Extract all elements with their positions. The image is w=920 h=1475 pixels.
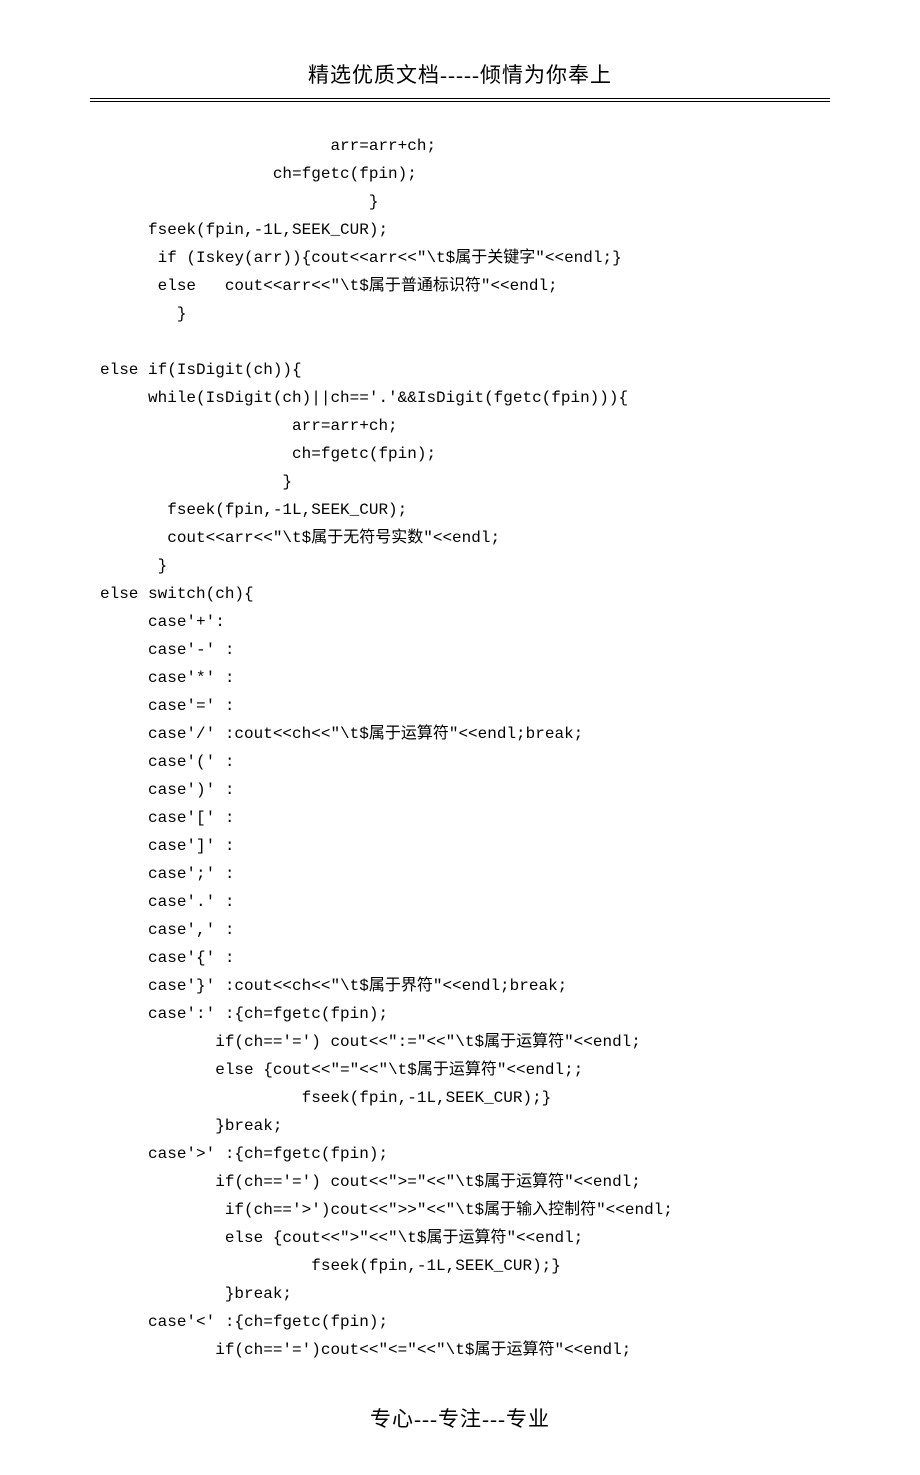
code-line: case'/' :cout<<ch<<"\t$属于运算符"<<endl;brea… xyxy=(100,720,830,748)
code-line: } xyxy=(100,552,830,580)
code-line: case'=' : xyxy=(100,692,830,720)
code-line: case';' : xyxy=(100,860,830,888)
code-block: arr=arr+ch; ch=fgetc(fpin); } fseek(fpin… xyxy=(90,132,830,1364)
code-line: } xyxy=(100,468,830,496)
code-line: while(IsDigit(ch)||ch=='.'&&IsDigit(fget… xyxy=(100,384,830,412)
code-line: fseek(fpin,-1L,SEEK_CUR); xyxy=(100,496,830,524)
code-line: }break; xyxy=(100,1112,830,1140)
code-line: if(ch=='=') cout<<">="<<"\t$属于运算符"<<endl… xyxy=(100,1168,830,1196)
page-footer: 专心---专注---专业 xyxy=(90,1404,830,1436)
header-rule xyxy=(90,98,830,102)
code-line: arr=arr+ch; xyxy=(100,412,830,440)
code-line: case')' : xyxy=(100,776,830,804)
code-line: cout<<arr<<"\t$属于无符号实数"<<endl; xyxy=(100,524,830,552)
code-line: ch=fgetc(fpin); xyxy=(100,160,830,188)
footer-text: 专心---专注---专业 xyxy=(370,1407,550,1431)
code-line: else if(IsDigit(ch)){ xyxy=(100,356,830,384)
code-line: else cout<<arr<<"\t$属于普通标识符"<<endl; xyxy=(100,272,830,300)
code-line: case',' : xyxy=(100,916,830,944)
code-line xyxy=(100,328,830,356)
code-line: case'-' : xyxy=(100,636,830,664)
code-line: if(ch=='=')cout<<"<="<<"\t$属于运算符"<<endl; xyxy=(100,1336,830,1364)
code-line: case']' : xyxy=(100,832,830,860)
code-line: else {cout<<"="<<"\t$属于运算符"<<endl;; xyxy=(100,1056,830,1084)
code-line: if(ch=='>')cout<<">>"<<"\t$属于输入控制符"<<end… xyxy=(100,1196,830,1224)
code-line: else {cout<<">"<<"\t$属于运算符"<<endl; xyxy=(100,1224,830,1252)
code-line: case'*' : xyxy=(100,664,830,692)
document-page: 精选优质文档-----倾情为你奉上 arr=arr+ch; ch=fgetc(f… xyxy=(0,0,920,1475)
code-line: ch=fgetc(fpin); xyxy=(100,440,830,468)
code-line: case':' :{ch=fgetc(fpin); xyxy=(100,1000,830,1028)
code-line: } xyxy=(100,300,830,328)
code-line: case'>' :{ch=fgetc(fpin); xyxy=(100,1140,830,1168)
code-line: case'}' :cout<<ch<<"\t$属于界符"<<endl;break… xyxy=(100,972,830,1000)
code-line: else switch(ch){ xyxy=(100,580,830,608)
code-line: case'[' : xyxy=(100,804,830,832)
code-line: arr=arr+ch; xyxy=(100,132,830,160)
code-line: case'{' : xyxy=(100,944,830,972)
header-text: 精选优质文档-----倾情为你奉上 xyxy=(308,63,612,87)
code-line: case'(' : xyxy=(100,748,830,776)
code-line: case'<' :{ch=fgetc(fpin); xyxy=(100,1308,830,1336)
code-line: case'+': xyxy=(100,608,830,636)
code-line: fseek(fpin,-1L,SEEK_CUR);} xyxy=(100,1252,830,1280)
code-line: }break; xyxy=(100,1280,830,1308)
code-line: fseek(fpin,-1L,SEEK_CUR); xyxy=(100,216,830,244)
code-line: } xyxy=(100,188,830,216)
code-line: fseek(fpin,-1L,SEEK_CUR);} xyxy=(100,1084,830,1112)
page-header: 精选优质文档-----倾情为你奉上 xyxy=(90,60,830,92)
code-line: case'.' : xyxy=(100,888,830,916)
code-line: if(ch=='=') cout<<":="<<"\t$属于运算符"<<endl… xyxy=(100,1028,830,1056)
code-line: if (Iskey(arr)){cout<<arr<<"\t$属于关键字"<<e… xyxy=(100,244,830,272)
